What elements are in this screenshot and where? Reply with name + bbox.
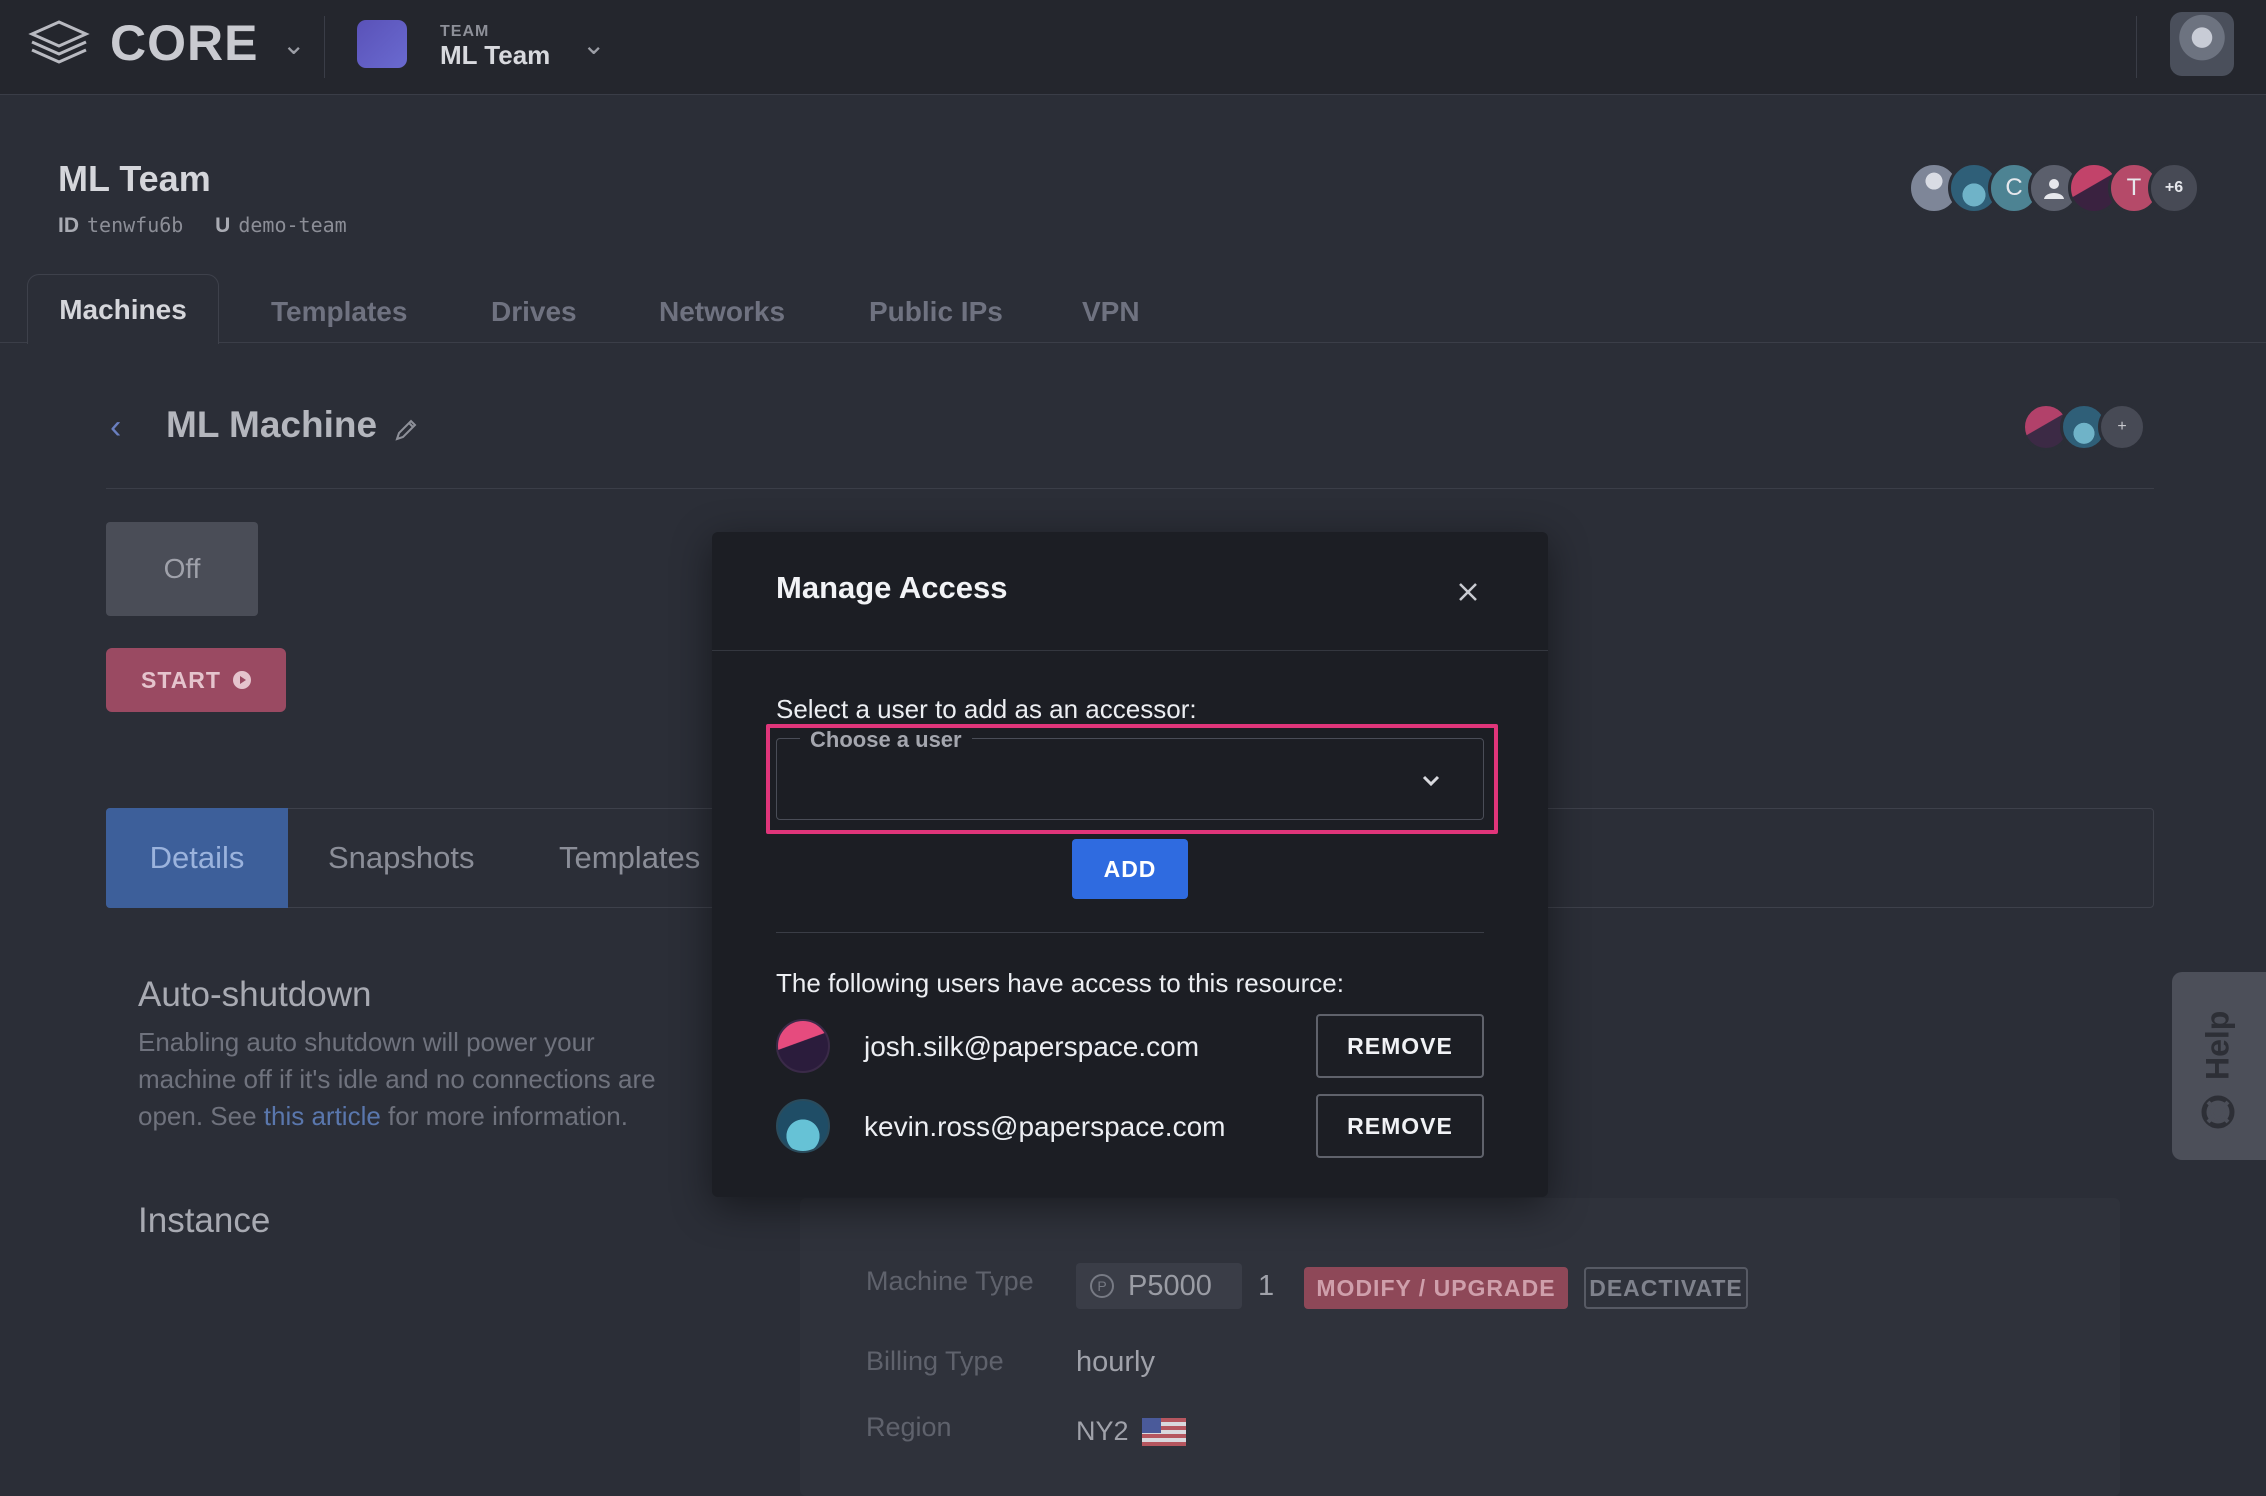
billing-type-value: hourly — [1076, 1346, 1155, 1378]
close-icon[interactable] — [1452, 576, 1484, 608]
tab-templates[interactable]: Templates — [271, 296, 407, 328]
remove-user-button[interactable]: REMOVE — [1316, 1014, 1484, 1078]
user-avatar[interactable] — [2170, 12, 2234, 76]
billing-type-label: Billing Type — [866, 1346, 1004, 1376]
more-members-badge[interactable]: +6 — [2148, 162, 2200, 214]
tab-public-ips[interactable]: Public IPs — [869, 296, 1003, 328]
divider — [2136, 16, 2137, 78]
region-label: Region — [866, 1412, 952, 1442]
select-user-label: Select a user to add as an accessor: — [776, 694, 1197, 724]
pencil-icon[interactable] — [392, 416, 420, 444]
team-id-value: tenwfu6b — [87, 213, 184, 237]
user-avatar — [776, 1099, 830, 1153]
remove-user-button[interactable]: REMOVE — [1316, 1094, 1484, 1158]
team-id-label: ID — [58, 214, 79, 237]
auto-shutdown-desc-post: for more information. — [380, 1101, 628, 1131]
tab-machines[interactable]: Machines — [27, 274, 219, 344]
tab-machine-templates[interactable]: Templates — [559, 840, 700, 876]
person-icon — [2044, 179, 2064, 199]
user-avatar — [776, 1019, 830, 1073]
core-logo-icon[interactable] — [28, 18, 90, 70]
back-chevron-icon[interactable]: ‹ — [110, 408, 121, 447]
modify-upgrade-button[interactable]: MODIFY / UPGRADE — [1304, 1267, 1568, 1309]
gpu-chip: P P5000 — [1076, 1263, 1242, 1309]
deactivate-button[interactable]: DEACTIVATE — [1584, 1267, 1748, 1309]
add-shared-user-button[interactable]: + — [2098, 403, 2146, 451]
team-user-value: demo-team — [238, 213, 347, 237]
tabs-divider — [0, 342, 2266, 343]
team-caption: TEAM — [440, 23, 490, 40]
product-chevron-down-icon[interactable]: ⌄ — [282, 28, 305, 61]
start-button[interactable]: START — [106, 648, 286, 712]
us-flag-icon — [1142, 1418, 1186, 1446]
machine-type-label: Machine Type — [866, 1266, 1034, 1296]
divider — [324, 16, 325, 78]
auto-shutdown-desc-line: Enabling auto shutdown will power your — [138, 1027, 595, 1057]
tab-networks[interactable]: Networks — [659, 296, 785, 328]
team-chevron-down-icon[interactable]: ⌄ — [582, 28, 605, 61]
auto-shutdown-desc-line: machine off if it's idle and no connecti… — [138, 1064, 656, 1094]
team-meta: ID tenwfu6b Udemo-team — [58, 213, 373, 238]
team-switcher[interactable]: ML Team — [440, 40, 550, 71]
divider — [106, 488, 2154, 489]
region-value: NY2 — [1076, 1416, 1129, 1446]
paperspace-icon: P — [1090, 1274, 1114, 1298]
start-button-label: START — [141, 666, 221, 693]
gpu-count: 1 — [1258, 1270, 1275, 1302]
article-link[interactable]: this article — [264, 1101, 381, 1131]
modal-title: Manage Access — [776, 570, 1008, 605]
product-name[interactable]: CORE — [110, 14, 258, 72]
team-user-label: U — [215, 214, 231, 237]
machine-title: ML Machine — [166, 404, 378, 445]
tab-snapshots[interactable]: Snapshots — [328, 840, 475, 876]
user-email: josh.silk@paperspace.com — [864, 1031, 1200, 1062]
selection-highlight — [766, 724, 1498, 834]
auto-shutdown-description: Enabling auto shutdown will power your m… — [138, 1024, 778, 1135]
tab-details[interactable]: Details — [106, 808, 288, 908]
modal-header-divider — [712, 650, 1548, 651]
access-list-label: The following users have access to this … — [776, 968, 1344, 998]
team-avatar[interactable] — [357, 20, 407, 68]
modal-divider — [776, 932, 1484, 933]
play-icon — [232, 671, 251, 689]
lifebuoy-icon[interactable] — [2200, 1094, 2236, 1130]
gpu-name: P5000 — [1128, 1269, 1212, 1302]
help-label[interactable]: Help — [2196, 1000, 2240, 1090]
tab-drives[interactable]: Drives — [491, 296, 577, 328]
team-members[interactable]: C T +6 — [1908, 162, 2200, 214]
add-button[interactable]: ADD — [1072, 839, 1188, 899]
auto-shutdown-title: Auto-shutdown — [138, 975, 372, 1014]
machine-shared-users[interactable]: + — [2022, 403, 2146, 451]
instance-title: Instance — [138, 1201, 271, 1240]
tab-vpn[interactable]: VPN — [1082, 296, 1140, 328]
user-email: kevin.ross@paperspace.com — [864, 1111, 1226, 1142]
team-title: ML Team — [58, 158, 211, 199]
auto-shutdown-desc-pre: open. See — [138, 1101, 264, 1131]
machine-state: Off — [106, 522, 258, 616]
top-bar — [0, 0, 2266, 95]
